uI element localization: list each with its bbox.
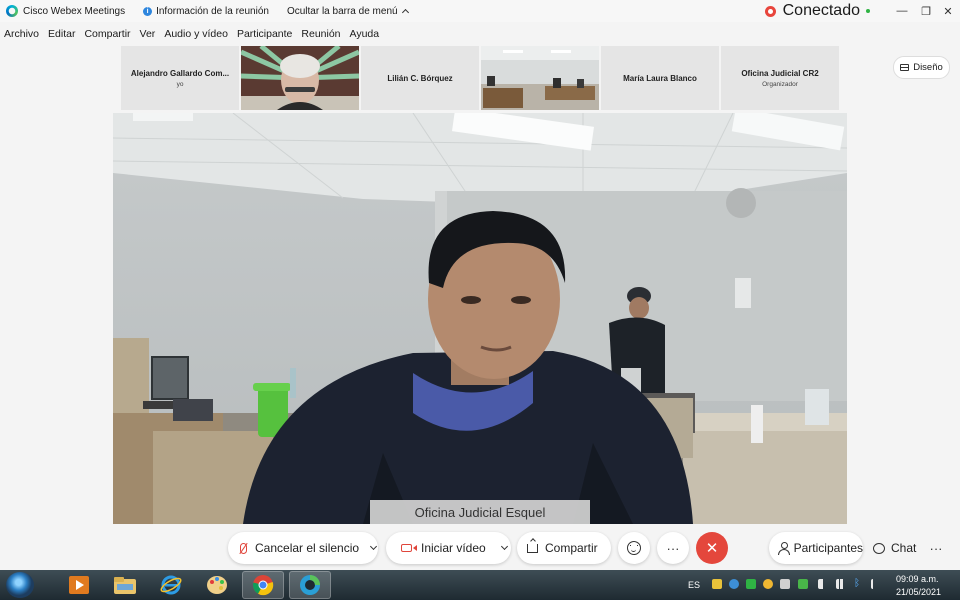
participants-button[interactable]: Participantes <box>769 532 863 564</box>
media-player-taskbar-button[interactable] <box>58 571 100 599</box>
unmute-button[interactable]: Cancelar el silencio <box>228 532 378 564</box>
participant-name: Alejandro Gallardo Com... <box>130 68 230 78</box>
menu-editar[interactable]: Editar <box>48 28 75 40</box>
connection-status-label: Conectado <box>782 2 860 19</box>
tray-globe-icon[interactable] <box>729 579 739 589</box>
chevron-down-icon[interactable] <box>370 542 378 551</box>
more-options-button[interactable]: ··· <box>657 532 689 564</box>
webex-taskbar-button[interactable] <box>289 571 331 599</box>
connected-indicator-icon <box>866 9 870 13</box>
menu-archivo[interactable]: Archivo <box>4 28 39 40</box>
menu-compartir[interactable]: Compartir <box>84 28 130 40</box>
start-video-button[interactable]: Iniciar vídeo <box>386 532 511 564</box>
internet-explorer-icon <box>160 575 182 595</box>
chevron-down-icon[interactable] <box>500 542 508 551</box>
main-video <box>113 113 847 524</box>
media-player-icon <box>69 576 89 594</box>
menu-reunion[interactable]: Reunión <box>301 28 340 40</box>
folder-icon <box>114 577 136 594</box>
layout-button[interactable]: Diseño <box>893 56 950 79</box>
participant-video-thumbnail[interactable] <box>241 46 359 110</box>
share-label: Compartir <box>545 541 598 555</box>
chrome-icon <box>252 575 274 596</box>
tray-update-icon[interactable] <box>763 579 773 589</box>
chevron-up-icon <box>401 8 409 17</box>
courtroom-video-image <box>481 46 599 110</box>
layout-label: Diseño <box>913 62 943 73</box>
participant-tile-lilian[interactable]: Lilián C. Bórquez <box>361 46 479 110</box>
layout-icon <box>900 64 910 71</box>
unmute-label: Cancelar el silencio <box>255 541 360 555</box>
tray-folder-icon[interactable] <box>712 579 722 589</box>
participant-video-thumbnail[interactable] <box>481 46 599 110</box>
restore-button[interactable]: ❐ <box>914 0 938 22</box>
clock-time[interactable]: 09:09 a.m. <box>896 574 939 584</box>
action-center-flag-icon[interactable] <box>871 579 881 589</box>
paint-palette-icon <box>207 576 227 594</box>
menu-participante[interactable]: Participante <box>237 28 292 40</box>
meeting-info-label: Información de la reunión <box>156 5 269 17</box>
info-icon: i <box>143 6 153 16</box>
chat-label: Chat <box>891 541 917 555</box>
start-video-label: Iniciar vídeo <box>421 541 486 555</box>
participant-name: Lilián C. Bórquez <box>387 73 453 83</box>
minimize-button[interactable]: — <box>890 0 914 22</box>
internet-explorer-taskbar-button[interactable] <box>150 571 192 599</box>
recording-icon <box>764 5 776 17</box>
share-button[interactable]: Compartir <box>517 532 611 564</box>
start-button[interactable] <box>6 572 34 598</box>
participant-role: Organizador <box>762 80 798 88</box>
tray-device-icon[interactable] <box>780 579 790 589</box>
main-video-image <box>113 113 847 524</box>
close-button[interactable]: ✕ <box>936 0 960 22</box>
connection-status: Conectado <box>764 0 870 22</box>
speaker-name-label: Oficina Judicial Esquel <box>370 500 590 524</box>
participant-name: María Laura Blanco <box>623 73 697 83</box>
share-icon <box>527 543 538 553</box>
emoji-icon <box>627 541 641 555</box>
person-icon <box>778 542 790 555</box>
participants-label: Participantes <box>793 541 863 555</box>
menu-ver[interactable]: Ver <box>140 28 156 40</box>
menu-ayuda[interactable]: Ayuda <box>350 28 380 40</box>
signal-icon[interactable] <box>836 579 846 589</box>
webex-icon <box>300 575 320 595</box>
participant-tile-maria-laura[interactable]: María Laura Blanco <box>601 46 719 110</box>
participant-name: Oficina Judicial CR2 <box>741 68 819 78</box>
menu-audio-video[interactable]: Audio y vídeo <box>164 28 228 40</box>
volume-icon[interactable] <box>818 579 828 589</box>
app-title: Cisco Webex Meetings <box>23 5 126 17</box>
menu-bar: Archivo Editar Compartir Ver Audio y víd… <box>0 24 384 44</box>
hide-menu-label: Ocultar la barra de menú <box>286 5 398 17</box>
language-indicator[interactable]: ES <box>688 580 700 590</box>
participant-tile-oficina-cr2[interactable]: Oficina Judicial CR2 Organizador <box>721 46 839 110</box>
chrome-taskbar-button[interactable] <box>242 571 284 599</box>
video-off-icon <box>401 544 417 552</box>
file-explorer-taskbar-button[interactable] <box>104 571 146 599</box>
reactions-button[interactable] <box>618 532 650 564</box>
hide-menu-button[interactable]: Ocultar la barra de menú <box>286 5 409 17</box>
panel-more-button[interactable]: ··· <box>920 532 952 564</box>
bluetooth-icon[interactable]: ᛒ <box>854 579 864 589</box>
webex-logo-icon <box>6 5 18 17</box>
clock-date[interactable]: 21/05/2021 <box>896 587 941 597</box>
chat-icon <box>873 542 885 554</box>
paint-taskbar-button[interactable] <box>196 571 238 599</box>
participant-video-image <box>241 46 359 110</box>
tray-network-icon[interactable] <box>798 579 808 589</box>
mic-muted-icon <box>240 542 247 554</box>
chat-button[interactable]: Chat <box>866 532 923 564</box>
end-meeting-button[interactable]: ✕ <box>696 532 728 564</box>
participant-role: yo <box>176 80 184 88</box>
participant-tile-alejandro[interactable]: Alejandro Gallardo Com... yo <box>121 46 239 110</box>
meeting-info-button[interactable]: i Información de la reunión <box>143 6 269 17</box>
tray-security-icon[interactable] <box>746 579 756 589</box>
